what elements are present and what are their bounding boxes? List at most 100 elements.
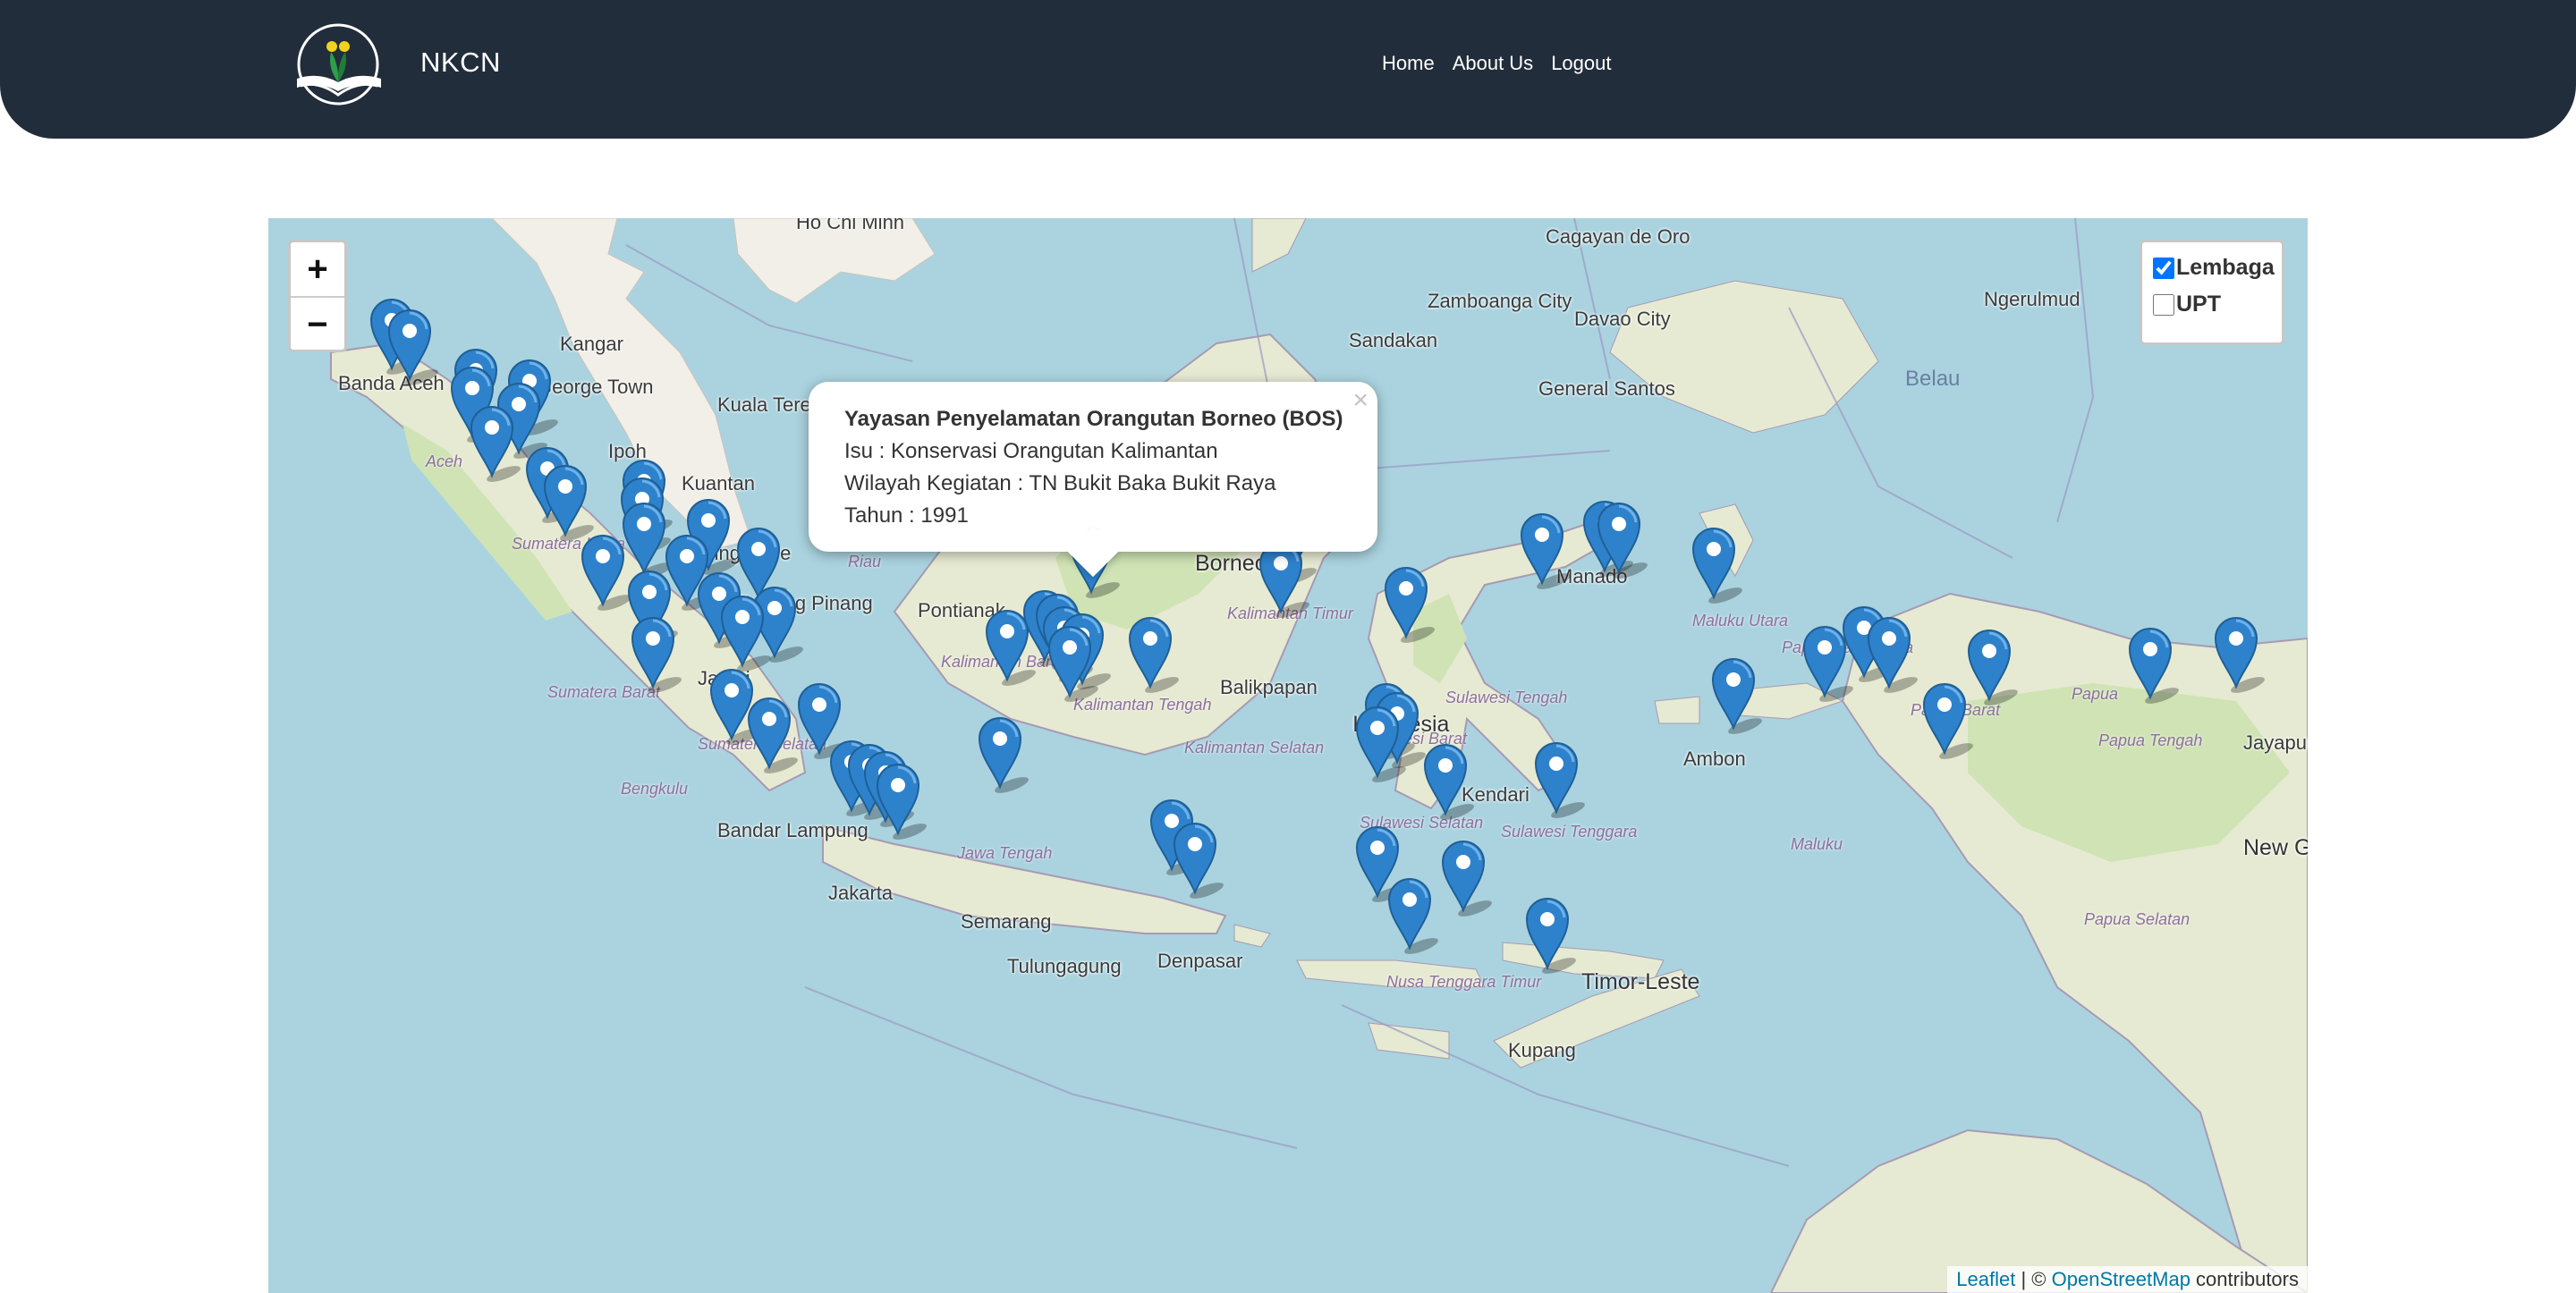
place-label: Jakarta (828, 882, 894, 904)
map-marker-pin[interactable] (2214, 615, 2265, 693)
place-label: Kangar (560, 333, 623, 355)
map-marker-pin[interactable] (1384, 565, 1435, 643)
nkcn-logo[interactable] (292, 23, 390, 109)
upt-checkbox[interactable] (2153, 293, 2174, 316)
place-label: Jawa Tengah (957, 844, 1053, 862)
palawan-land (1251, 218, 1307, 273)
place-label: George Town (537, 376, 654, 398)
map-marker-pin[interactable] (1711, 656, 1762, 734)
place-label: Kuala Tere (717, 393, 811, 416)
place-label: Balikpapan (1220, 676, 1318, 698)
place-label: Papua Selatan (2084, 910, 2190, 928)
zoom-in-button[interactable]: + (291, 242, 344, 298)
map-marker-pin[interactable] (720, 594, 771, 672)
popup-close-button[interactable]: × (1352, 385, 1368, 416)
top-navbar: NKCN Home About Us Logout (0, 0, 2576, 139)
place-label: Davao City (1574, 308, 1671, 330)
map-marker-pin[interactable] (1441, 839, 1492, 917)
place-label: Timor-Leste (1581, 969, 1700, 994)
place-label: Sandakan (1349, 329, 1438, 351)
map-marker-pin[interactable] (1128, 615, 1179, 693)
nav-logout-link[interactable]: Logout (1551, 52, 1611, 75)
place-label: Ambon (1683, 748, 1746, 770)
layer-option-lembaga[interactable]: Lembaga (2153, 255, 2282, 281)
popup-isu: Isu : Konservasi Orangutan Kalimantan (844, 439, 1218, 463)
map-marker-pin[interactable] (1802, 624, 1853, 702)
bali-land (1233, 924, 1271, 948)
place-label: Ngerulmud (1984, 288, 2080, 310)
nav-home-link[interactable]: Home (1382, 52, 1435, 75)
map-marker-pin[interactable] (1597, 501, 1648, 579)
map-marker-pin[interactable] (978, 715, 1029, 793)
place-label: Zamboanga City (1428, 290, 1572, 312)
map-marker-pin[interactable] (747, 696, 798, 773)
map-marker-pin[interactable] (470, 404, 521, 482)
place-label: Bengkulu (621, 780, 689, 798)
place-label: Belau (1905, 367, 1961, 391)
layer-control: Lembaga UPT (2140, 240, 2284, 345)
lembaga-label: Lembaga (2176, 255, 2275, 280)
zoom-out-button[interactable]: − (291, 298, 344, 351)
map-marker-pin[interactable] (1534, 740, 1585, 818)
map-marker-pin[interactable] (1867, 615, 1918, 693)
place-label: Tulungagung (1007, 955, 1122, 977)
place-label: Ho Chi Minh (796, 218, 905, 233)
place-label: Bandar Lampung (717, 819, 869, 841)
place-label: Papua Tengah (2098, 731, 2203, 749)
map-marker-pin[interactable] (985, 608, 1036, 686)
lembaga-checkbox[interactable] (2153, 257, 2174, 279)
place-label: New Gu (2243, 835, 2308, 860)
place-label: Aceh (426, 452, 463, 470)
nav-about-link[interactable]: About Us (1453, 52, 1534, 75)
place-label: Sulawesi Tengah (1445, 689, 1568, 706)
place-label: Kuantan (682, 472, 755, 494)
map-attribution: Leaflet | © OpenStreetMap contributors (1947, 1266, 2308, 1293)
place-label: Denpasar (1157, 950, 1243, 972)
osm-link[interactable]: OpenStreetMap (2052, 1268, 2190, 1290)
place-label: Borneo (1195, 551, 1267, 576)
map-marker-pin[interactable] (1355, 705, 1406, 782)
popup-wilayah: Wilayah Kegiatan : TN Bukit Baka Bukit R… (844, 471, 1276, 495)
upt-label: UPT (2176, 292, 2221, 317)
mindanao-land (1609, 280, 1879, 434)
place-label: Kalimantan Tengah (1073, 696, 1212, 714)
place-label: Semarang (961, 910, 1052, 933)
map-marker-pin[interactable] (1691, 526, 1742, 604)
place-label: Jayapura (2243, 731, 2308, 754)
map-marker-pin[interactable] (1387, 876, 1438, 954)
leaflet-link[interactable]: Leaflet (1956, 1268, 2015, 1290)
map-marker-pin[interactable] (543, 463, 594, 541)
place-label: Kupang (1508, 1039, 1576, 1061)
popup-tahun: Tahun : 1991 (844, 503, 969, 528)
map-marker-pin[interactable] (1922, 681, 1973, 759)
marker-popup: × Yayasan Penyelamatan Orangutan Borneo … (809, 382, 1377, 578)
map-marker-pin[interactable] (622, 501, 673, 579)
map-marker-pin[interactable] (1967, 628, 2018, 706)
layer-option-upt[interactable]: UPT (2153, 292, 2282, 317)
map-marker-pin[interactable] (387, 308, 438, 385)
place-label: Nusa Tenggara Timur (1386, 973, 1542, 991)
place-label: Cagayan de Oro (1546, 225, 1690, 248)
place-label: Maluku Utara (1692, 612, 1789, 630)
buru-land (1654, 696, 1700, 724)
map-marker-pin[interactable] (876, 762, 927, 840)
map-marker-pin[interactable] (1423, 742, 1474, 820)
zoom-control: + − (288, 240, 347, 352)
place-label: Maluku (1791, 835, 1843, 853)
map-marker-pin[interactable] (1520, 511, 1571, 589)
map-marker-pin[interactable] (1047, 624, 1098, 702)
place-label: General Santos (1538, 377, 1675, 400)
brand-name[interactable]: NKCN (420, 46, 501, 79)
map-marker-pin[interactable] (1525, 896, 1576, 974)
map-container[interactable]: Ho Chi Minh Cagayan de Oro Zamboanga Cit… (268, 218, 2308, 1293)
place-label: Riau (848, 553, 882, 570)
place-label: Sulawesi Tenggara (1501, 823, 1638, 841)
place-label: Kalimantan Selatan (1184, 739, 1325, 756)
map-marker-pin[interactable] (631, 615, 682, 693)
sumba-land (1368, 1022, 1450, 1060)
map-marker-pin[interactable] (580, 533, 631, 611)
popup-title: Yayasan Penyelamatan Orangutan Borneo (B… (844, 407, 1343, 431)
map-marker-pin[interactable] (1173, 821, 1224, 899)
place-label: Papua (2072, 685, 2119, 703)
map-marker-pin[interactable] (2128, 626, 2179, 704)
